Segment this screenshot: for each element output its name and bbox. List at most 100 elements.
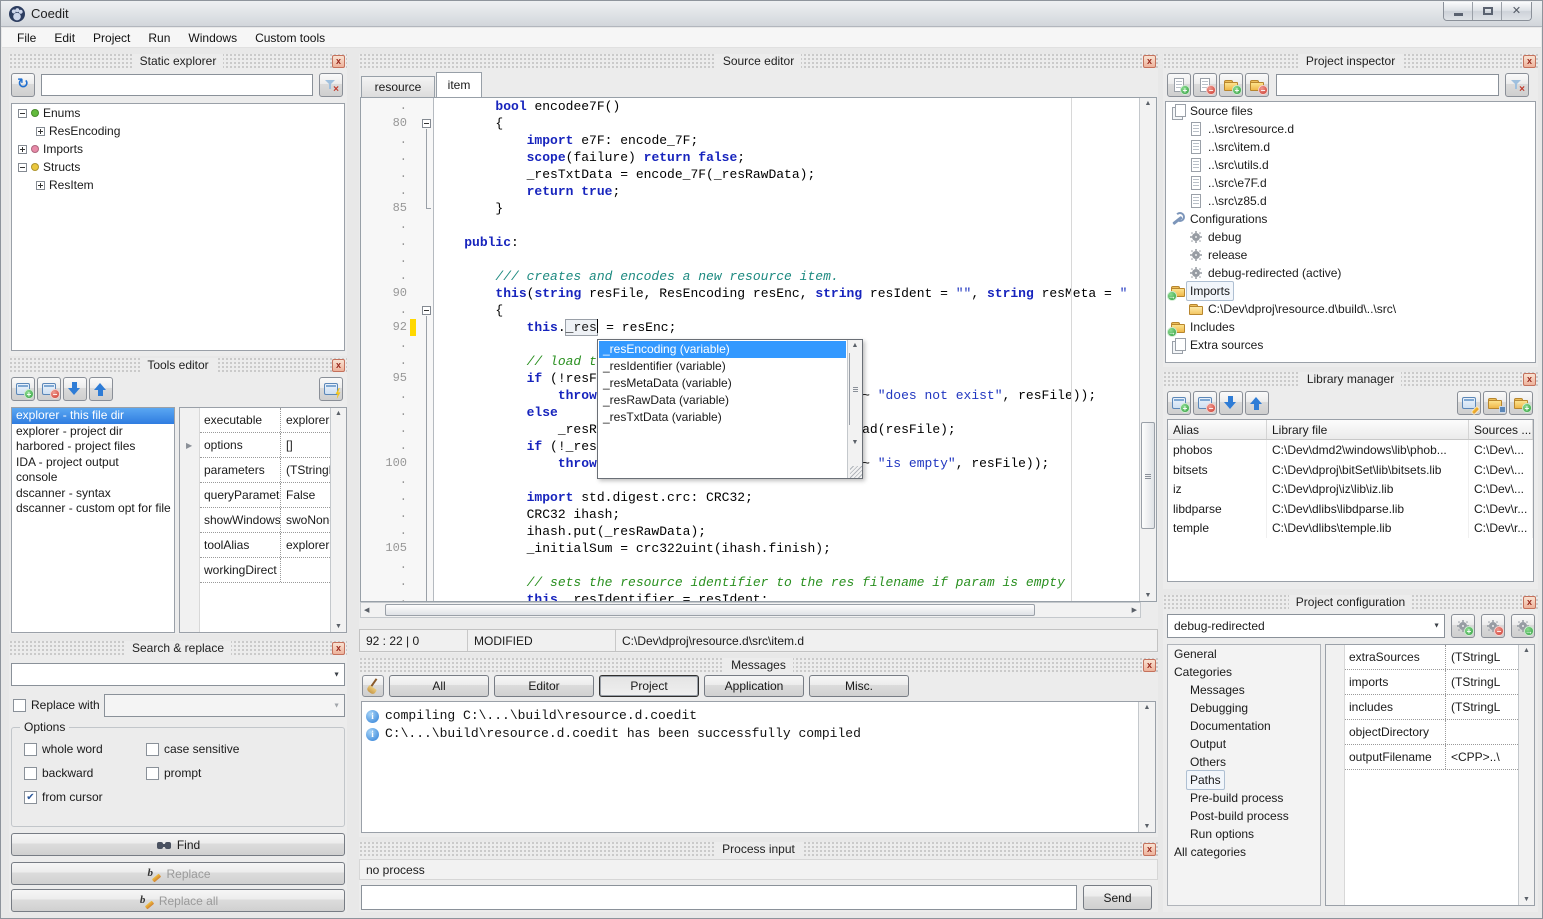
remove-tool-button[interactable]: −	[37, 377, 61, 401]
panel-close-icon[interactable]: x	[1143, 843, 1156, 856]
symbol-tree-node[interactable]: ResItem	[12, 176, 344, 194]
property-value[interactable]: explorer	[280, 533, 330, 557]
option-whole-word[interactable]: whole word	[24, 742, 103, 756]
panel-close-icon[interactable]: x	[1523, 373, 1536, 386]
code-line[interactable]: . import std.digest.crc: CRC32;	[361, 489, 1139, 506]
code-line[interactable]: . {	[361, 302, 1139, 319]
config-category-node[interactable]: Categories	[1168, 663, 1320, 681]
property-row[interactable]: includes(TStringL	[1345, 695, 1518, 720]
property-value[interactable]: <CPP>..\	[1445, 745, 1518, 769]
project-tree-node[interactable]: →Includes	[1166, 318, 1535, 336]
replace-all-button[interactable]: Replace all	[11, 889, 345, 912]
panel-close-icon[interactable]: x	[332, 359, 345, 372]
execute-tool-button[interactable]	[319, 377, 343, 401]
project-tree-node[interactable]: C:\Dev\dproj\resource.d\build\..\src\	[1166, 300, 1535, 318]
column-header-alias[interactable]: Alias	[1168, 420, 1267, 439]
clear-messages-button[interactable]	[362, 675, 384, 697]
config-category-node[interactable]: General	[1168, 645, 1320, 663]
refresh-button[interactable]	[11, 73, 35, 97]
inspector-filter-input[interactable]	[1276, 74, 1499, 96]
window-title-bar[interactable]: Coedit ✕	[1, 1, 1542, 27]
tool-list-item[interactable]: IDA - project output	[12, 455, 174, 471]
replace-term-combobox[interactable]: ▼	[104, 694, 345, 717]
code-line[interactable]: . CRC32 ihash;	[361, 506, 1139, 523]
messages-scrollbar[interactable]: ▲▼	[1138, 702, 1155, 832]
sync-configuration-button[interactable]: →	[1511, 614, 1535, 638]
completion-item[interactable]: _resRawData (variable)	[599, 392, 846, 409]
project-tree-node[interactable]: release	[1166, 246, 1535, 264]
menu-item-custom-tools[interactable]: Custom tools	[246, 29, 334, 47]
menu-item-file[interactable]: File	[8, 29, 45, 47]
menu-item-run[interactable]: Run	[139, 29, 179, 47]
symbol-tree-node[interactable]: Imports	[12, 140, 344, 158]
menu-item-windows[interactable]: Windows	[179, 29, 246, 47]
send-button[interactable]: Send	[1083, 885, 1152, 910]
maximize-button[interactable]	[1473, 2, 1502, 20]
config-category-node[interactable]: Debugging	[1168, 699, 1320, 717]
config-grid-scrollbar[interactable]: ▲▼	[1518, 645, 1534, 905]
remove-source-button[interactable]: −	[1193, 73, 1217, 97]
property-value[interactable]: (TStringL	[1445, 695, 1518, 719]
property-row[interactable]: toolAliasexplorer	[200, 533, 330, 558]
config-category-node[interactable]: Run options	[1168, 825, 1320, 843]
symbol-tree-node[interactable]: Structs	[12, 158, 344, 176]
config-category-node[interactable]: Documentation	[1168, 717, 1320, 735]
tools-grid-scrollbar[interactable]: ▲▼	[330, 408, 346, 632]
property-row[interactable]: extraSources(TStringL	[1345, 645, 1518, 670]
column-header-sources[interactable]: Sources ...	[1469, 420, 1533, 439]
config-category-node[interactable]: Paths	[1168, 771, 1320, 789]
config-category-node[interactable]: All categories	[1168, 843, 1320, 861]
remove-configuration-button[interactable]: −	[1481, 614, 1505, 638]
project-tree-node[interactable]: Extra sources	[1166, 336, 1535, 354]
code-line[interactable]: . scope(failure) return false;	[361, 149, 1139, 166]
completion-item[interactable]: _resMetaData (variable)	[599, 375, 846, 392]
find-button[interactable]: Find	[11, 833, 345, 856]
panel-close-icon[interactable]: x	[332, 642, 345, 655]
project-tree-node[interactable]: debug	[1166, 228, 1535, 246]
project-tree-node[interactable]: ..\src\z85.d	[1166, 192, 1535, 210]
tool-list-item[interactable]: explorer - this file dir	[12, 408, 174, 424]
code-line[interactable]: 85 }	[361, 200, 1139, 217]
property-value[interactable]: False	[280, 483, 330, 507]
property-row[interactable]: queryParametFalse	[200, 483, 330, 508]
code-editor[interactable]: . bool encodee7F()80 {. import e7F: enco…	[360, 97, 1157, 602]
code-line[interactable]: . // sets the resource identifier to the…	[361, 574, 1139, 591]
code-line[interactable]: 80 {	[361, 115, 1139, 132]
table-row[interactable]: phobosC:\Dev\dmd2\windows\lib\phob...C:\…	[1168, 440, 1533, 460]
property-value[interactable]: (TStringL	[1445, 670, 1518, 694]
project-tree-node[interactable]: ..\src\item.d	[1166, 138, 1535, 156]
fold-collapse-icon[interactable]	[422, 306, 431, 315]
clear-filter-button[interactable]	[319, 73, 343, 97]
expand-icon[interactable]	[36, 181, 45, 190]
property-row[interactable]: showWindowsswoNone	[200, 508, 330, 533]
table-row[interactable]: templeC:\Dev\dlibs\temple.libC:\Dev\r...	[1168, 518, 1533, 538]
chevron-down-icon[interactable]: ▼	[1433, 623, 1440, 630]
add-library-button[interactable]: +	[1167, 391, 1191, 415]
config-category-node[interactable]: Messages	[1168, 681, 1320, 699]
tool-list-item[interactable]: console	[12, 470, 174, 486]
add-source-button[interactable]: +	[1167, 73, 1191, 97]
property-row[interactable]: options[]	[200, 433, 330, 458]
config-category-node[interactable]: Others	[1168, 753, 1320, 771]
remove-folder-button[interactable]: −	[1245, 73, 1269, 97]
scrollbar-thumb[interactable]	[849, 353, 861, 425]
panel-close-icon[interactable]: x	[1523, 596, 1536, 609]
option-from-cursor[interactable]: ✔from cursor	[24, 790, 103, 804]
property-value[interactable]: swoNone	[280, 508, 330, 532]
checkbox-backward[interactable]	[24, 767, 37, 780]
tool-list-item[interactable]: harbored - project files	[12, 439, 174, 455]
project-tree-node[interactable]: Source files	[1166, 102, 1535, 120]
table-row[interactable]: bitsetsC:\Dev\dproj\bitSet\lib\bitsets.l…	[1168, 460, 1533, 480]
code-line[interactable]: .	[361, 251, 1139, 268]
code-line[interactable]: . this._resIdentifier = resIdent;	[361, 591, 1139, 601]
symbol-tree-node[interactable]: ResEncoding	[12, 122, 344, 140]
message-row[interactable]: icompiling C:\...\build\resource.d.coedi…	[362, 707, 1138, 725]
panel-close-icon[interactable]: x	[332, 55, 345, 68]
property-value[interactable]	[280, 558, 330, 582]
scrollbar-thumb[interactable]	[385, 604, 1035, 616]
move-down-button[interactable]	[63, 377, 87, 401]
add-tool-button[interactable]: +	[11, 377, 35, 401]
minimize-button[interactable]	[1444, 2, 1473, 20]
symbol-filter-input[interactable]	[41, 74, 313, 96]
code-line[interactable]: 92 this._res = resEnc;	[361, 319, 1139, 336]
